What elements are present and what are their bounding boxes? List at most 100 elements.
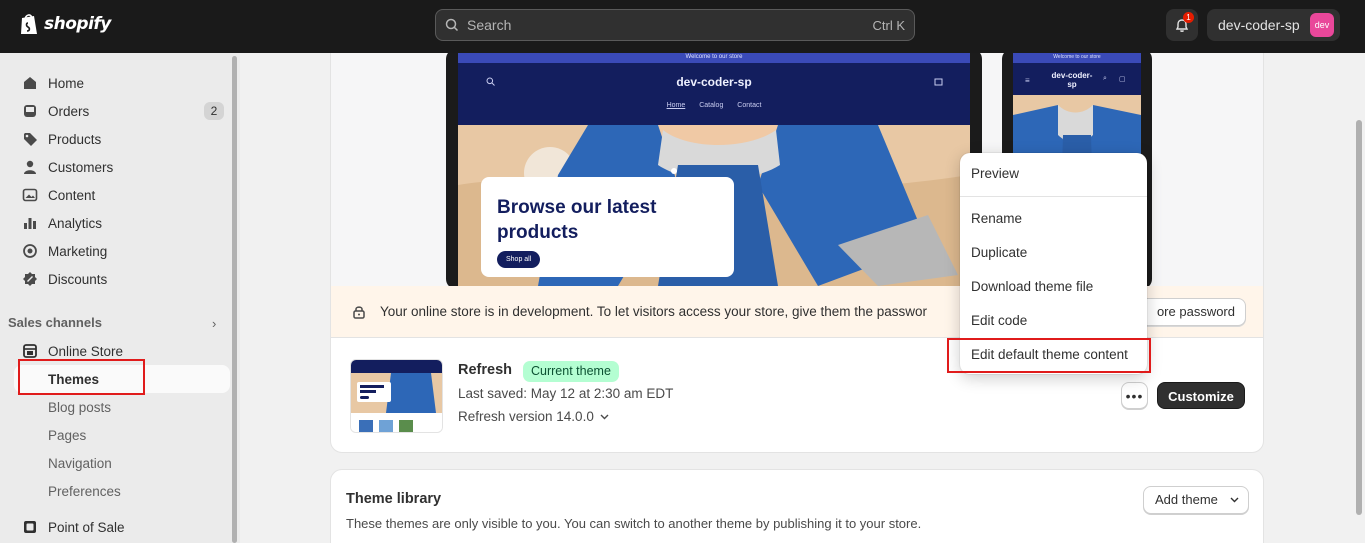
mobile-announcement: Welcome to our store [1013, 53, 1141, 63]
top-bar: shopify Search Ctrl K 1 dev-coder-sp dev [0, 0, 1365, 53]
nav-link-contact: Contact [737, 102, 762, 109]
bar-chart-icon [24, 218, 36, 229]
menu-item-preview[interactable]: Preview [960, 160, 1147, 188]
menu-item-edit-default-theme-content[interactable]: Edit default theme content [960, 341, 1147, 369]
menu-item-rename[interactable]: Rename [960, 205, 1147, 233]
chevron-right-icon[interactable]: › [212, 316, 216, 331]
cart-icon [934, 78, 943, 86]
cart-icon: ▢ [1119, 76, 1126, 83]
menu-item-duplicate[interactable]: Duplicate [960, 239, 1147, 267]
sidebar-item-customers[interactable]: Customers [14, 153, 230, 181]
nav-link-home: Home [666, 102, 686, 109]
theme-library-description: These themes are only visible to you. Yo… [346, 516, 922, 531]
store-menu-button[interactable]: dev-coder-sp dev [1207, 9, 1340, 41]
home-icon [24, 77, 36, 89]
theme-thumbnail-image [351, 360, 442, 432]
sales-channels-heading: Sales channels [8, 315, 102, 330]
mobile-site-title: dev-coder-sp [1051, 71, 1093, 89]
more-actions-button[interactable]: ••• [1121, 382, 1148, 409]
current-theme-badge: Current theme [523, 361, 619, 382]
menu-divider [960, 196, 1147, 197]
hero-card: Browse our latest products Shop all [481, 177, 734, 277]
nav-link-catalog: Catalog [699, 102, 724, 109]
sidebar-scrollbar[interactable] [232, 56, 237, 543]
theme-library-title: Theme library [346, 491, 442, 507]
sidebar-item-label: Online Store [48, 343, 124, 359]
announcement-bar: Welcome to our store [458, 53, 970, 63]
sidebar-item-online-store[interactable]: Online Store [14, 337, 230, 365]
sidebar-item-label: Customers [48, 159, 114, 175]
theme-thumbnail [350, 359, 443, 433]
sidebar-item-preferences[interactable]: Preferences [14, 477, 230, 505]
theme-library-card: Theme library These themes are only visi… [330, 469, 1264, 543]
search-shortcut: Ctrl K [872, 17, 906, 33]
customize-button[interactable]: Customize [1157, 382, 1245, 409]
hero-title-line1: Browse our latest [497, 197, 657, 218]
sidebar-item-label: Discounts [48, 271, 108, 287]
sidebar-item-label: Content [48, 187, 96, 203]
sidebar-item-home[interactable]: Home [14, 69, 230, 97]
store-name: dev-coder-sp [1218, 17, 1300, 33]
sidebar-item-products[interactable]: Products [14, 125, 230, 153]
main-scrollbar[interactable] [1356, 120, 1362, 515]
menu-item-download-theme-file[interactable]: Download theme file [960, 273, 1147, 301]
chevron-down-icon [600, 414, 609, 419]
shopify-logo[interactable]: shopify [19, 12, 111, 36]
sidebar-item-navigation[interactable]: Navigation [14, 449, 230, 477]
notifications-button[interactable]: 1 [1166, 9, 1198, 41]
shop-all-button: Shop all [497, 251, 541, 268]
sidebar-item-blog-posts[interactable]: Blog posts [14, 393, 230, 421]
sidebar-item-label: Products [48, 131, 102, 147]
discount-icon [23, 272, 37, 286]
sidebar-item-orders[interactable]: Orders 2 [14, 97, 230, 125]
sidebar: Home Orders 2 Products Customers Content… [0, 53, 240, 543]
orders-count-badge: 2 [204, 102, 224, 120]
search-placeholder: Search [467, 17, 512, 33]
sidebar-item-discounts[interactable]: Discounts [14, 265, 230, 293]
sidebar-item-themes[interactable]: Themes [14, 365, 230, 393]
search-icon [445, 18, 459, 32]
theme-version-text: Refresh version 14.0.0 [458, 409, 594, 424]
sidebar-item-label: Blog posts [48, 399, 112, 415]
pos-icon [24, 521, 36, 533]
avatar: dev [1310, 13, 1334, 37]
search-icon: ⌕ [1103, 75, 1107, 82]
sidebar-item-content[interactable]: Content [14, 181, 230, 209]
sidebar-item-label: Pages [48, 427, 87, 443]
menu-icon: ≡ [1025, 76, 1030, 85]
sidebar-item-label: Analytics [48, 215, 103, 231]
store-icon [23, 344, 37, 358]
shopify-bag-icon [21, 14, 37, 34]
sidebar-item-label: Themes [48, 371, 100, 387]
logo-text: shopify [44, 14, 111, 34]
sidebar-item-label: Home [48, 75, 85, 91]
add-theme-label: Add theme [1155, 492, 1218, 507]
hero-title-line2: products [497, 222, 579, 243]
sidebar-item-marketing[interactable]: Marketing [14, 237, 230, 265]
development-banner-text: Your online store is in development. To … [380, 304, 928, 319]
chevron-down-icon [1230, 497, 1239, 503]
sidebar-item-label: Navigation [48, 455, 112, 471]
sidebar-item-pages[interactable]: Pages [14, 421, 230, 449]
search-bar[interactable]: Search Ctrl K [435, 9, 915, 41]
notification-badge: 1 [1183, 12, 1194, 23]
sidebar-item-label: Orders [48, 103, 90, 119]
theme-actions-menu: Preview Rename Duplicate Download theme … [960, 153, 1147, 374]
menu-item-edit-code[interactable]: Edit code [960, 307, 1147, 335]
sidebar-item-label: Preferences [48, 483, 121, 499]
target-icon [23, 244, 37, 258]
site-title: dev-coder-sp [676, 75, 752, 89]
theme-name: Refresh [458, 362, 512, 378]
desktop-preview: Welcome to our store dev-coder-sp Home C… [458, 53, 970, 286]
image-icon [22, 188, 38, 202]
last-saved-text: Last saved: May 12 at 2:30 am EDT [458, 386, 674, 401]
add-theme-button[interactable]: Add theme [1143, 486, 1249, 514]
sidebar-item-label: Marketing [48, 243, 108, 259]
theme-version-dropdown[interactable]: Refresh version 14.0.0 [458, 409, 609, 424]
lock-icon [353, 305, 365, 319]
site-nav: Home Catalog Contact [458, 102, 970, 109]
sidebar-item-analytics[interactable]: Analytics [14, 209, 230, 237]
tag-icon [24, 133, 37, 146]
sidebar-item-point-of-sale[interactable]: Point of Sale [14, 513, 230, 541]
sidebar-item-label: Point of Sale [48, 519, 125, 535]
